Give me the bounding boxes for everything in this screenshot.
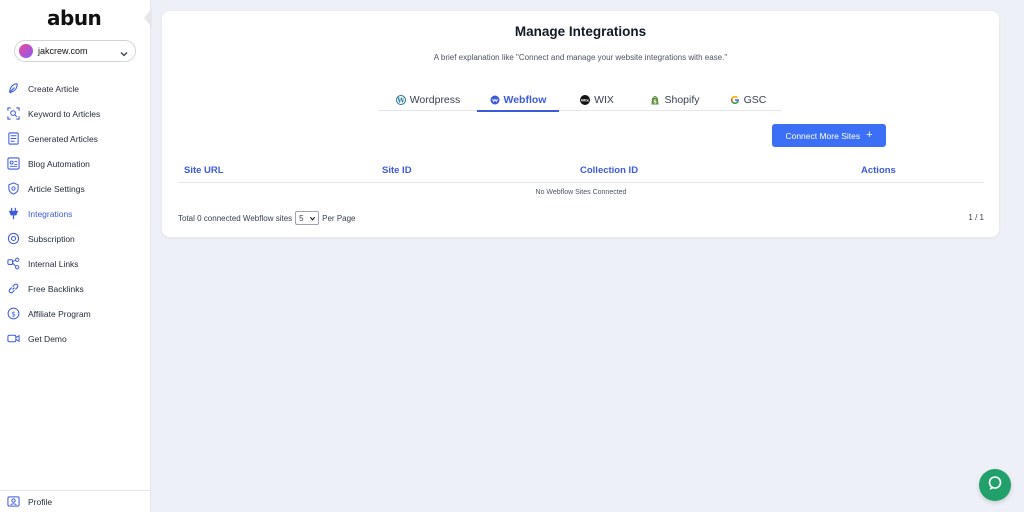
- site-avatar: [19, 44, 33, 58]
- tab-shopify[interactable]: S Shopify: [635, 88, 715, 111]
- sidebar-collapse-handle[interactable]: [143, 8, 152, 28]
- svg-text:Wix: Wix: [581, 97, 589, 102]
- tab-label: Wordpress: [409, 93, 461, 106]
- sidebar-item-internal-links[interactable]: Internal Links: [0, 251, 150, 276]
- sidebar-item-article-settings[interactable]: Article Settings: [0, 176, 150, 201]
- page-subtitle-text: A brief explanation like "Connect and ma…: [433, 53, 728, 62]
- sidebar-item-label: Keyword to Articles: [28, 108, 101, 119]
- table-empty-message: No Webflow Sites Connected: [535, 189, 627, 196]
- svg-text:S: S: [654, 99, 658, 105]
- chevron-down-icon: [309, 215, 316, 224]
- sidebar-item-affiliate-program[interactable]: $ Affiliate Program: [0, 301, 150, 326]
- page-subtitle: A brief explanation like "Connect and ma…: [162, 53, 999, 62]
- table-header: Site URL Site ID Collection ID Actions: [178, 161, 984, 183]
- sidebar-item-free-backlinks[interactable]: Free Backlinks: [0, 276, 150, 301]
- tab-label: Webflow: [503, 93, 547, 106]
- connect-more-sites-label: Connect More Sites: [785, 130, 861, 141]
- integrations-card: Manage Integrations A brief explanation …: [162, 11, 999, 237]
- sidebar-item-label: Free Backlinks: [28, 283, 84, 294]
- page-indicator: 1 / 1: [968, 213, 984, 222]
- wix-icon: Wix: [580, 94, 591, 105]
- sidebar: abun jakcrew.com Create Article Keyword …: [0, 0, 151, 512]
- sidebar-item-label: Generated Articles: [28, 133, 98, 144]
- document-icon: [7, 132, 20, 145]
- dollar-icon: $: [7, 307, 20, 320]
- sidebar-item-generated-articles[interactable]: Generated Articles: [0, 126, 150, 151]
- profile-label: Profile: [28, 496, 53, 507]
- column-header-collection-id[interactable]: Collection ID: [580, 165, 638, 176]
- per-page-value: 5: [299, 213, 304, 223]
- column-header-site-url[interactable]: Site URL: [184, 165, 224, 176]
- sidebar-nav: Create Article Keyword to Articles Gener…: [0, 76, 150, 351]
- google-icon: [730, 95, 740, 105]
- sidebar-item-label: Article Settings: [28, 183, 85, 194]
- total-sites-text: Total 0 connected Webflow sites: [178, 213, 293, 223]
- sidebar-item-label: Affiliate Program: [28, 308, 91, 319]
- plug-icon: [7, 207, 20, 220]
- webflow-icon: [490, 95, 500, 105]
- sidebar-item-keyword-to-articles[interactable]: Keyword to Articles: [0, 101, 150, 126]
- per-page-select[interactable]: 5: [295, 211, 320, 225]
- sidebar-item-label: Integrations: [28, 208, 73, 219]
- link-icon: [7, 282, 20, 295]
- sidebar-item-profile[interactable]: Profile: [0, 490, 150, 512]
- sidebar-item-integrations[interactable]: Integrations: [0, 201, 150, 226]
- profile-icon: [7, 495, 20, 508]
- table-footer: Total 0 connected Webflow sites 5 Per Pa…: [178, 210, 984, 226]
- keyword-scan-icon: [7, 107, 20, 120]
- automation-icon: [7, 157, 20, 170]
- sidebar-item-get-demo[interactable]: Get Demo: [0, 326, 150, 351]
- sidebar-item-label: Get Demo: [28, 333, 67, 344]
- chevron-down-icon: [119, 46, 129, 57]
- shopify-icon: S: [650, 95, 660, 105]
- connect-more-sites-button[interactable]: Connect More Sites +: [772, 124, 886, 147]
- tab-label: Shopify: [664, 93, 700, 106]
- sidebar-item-subscription[interactable]: Subscription: [0, 226, 150, 251]
- tab-label: GSC: [743, 93, 767, 106]
- site-selector[interactable]: jakcrew.com: [14, 40, 136, 62]
- sidebar-item-label: Subscription: [28, 233, 75, 244]
- tab-wix[interactable]: Wix WIX: [559, 88, 635, 111]
- svg-text:$: $: [11, 309, 16, 318]
- sidebar-item-label: Internal Links: [28, 258, 79, 269]
- app-logo: abun: [47, 6, 102, 30]
- sidebar-item-blog-automation[interactable]: Blog Automation: [0, 151, 150, 176]
- sidebar-item-create-article[interactable]: Create Article: [0, 76, 150, 101]
- tab-gsc[interactable]: GSC: [715, 88, 781, 111]
- chat-support-button[interactable]: [979, 469, 1011, 501]
- sidebar-item-label: Create Article: [28, 83, 80, 94]
- tab-label: WIX: [594, 93, 614, 106]
- feather-icon: [7, 82, 20, 95]
- page-title: Manage Integrations: [514, 24, 647, 39]
- wordpress-icon: W: [395, 94, 406, 105]
- shield-settings-icon: [7, 182, 20, 195]
- tab-wordpress[interactable]: W Wordpress: [379, 88, 477, 111]
- subscription-icon: [7, 232, 20, 245]
- sidebar-item-label: Blog Automation: [28, 158, 90, 169]
- tab-webflow[interactable]: Webflow: [477, 88, 559, 112]
- column-header-site-id[interactable]: Site ID: [382, 165, 412, 176]
- internal-links-icon: [7, 257, 20, 270]
- chat-icon: [987, 475, 1003, 496]
- svg-text:W: W: [396, 96, 405, 104]
- video-camera-icon: [7, 332, 20, 345]
- site-name: jakcrew.com: [38, 46, 88, 56]
- column-header-actions[interactable]: Actions: [861, 165, 896, 176]
- integration-tabs: W Wordpress Webflow Wix WIX S Shopify GS…: [379, 88, 781, 112]
- plus-icon: +: [866, 129, 873, 141]
- per-page-label: Per Page: [322, 213, 356, 223]
